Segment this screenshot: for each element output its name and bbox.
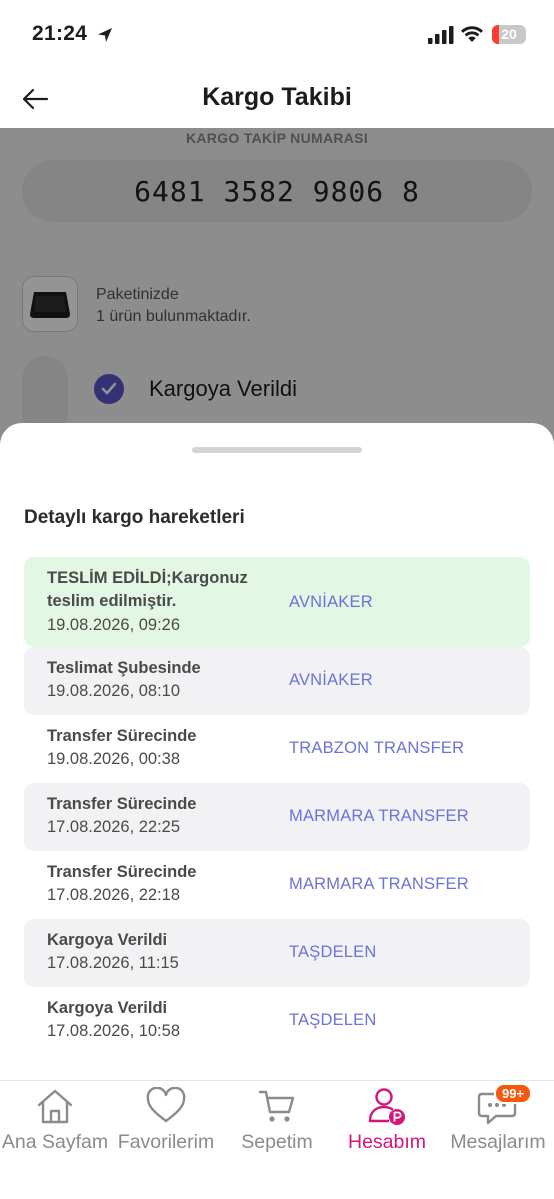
movement-date: 19.08.2026, 09:26 (47, 616, 181, 634)
tab-label: Sepetim (241, 1131, 313, 1153)
unread-badge: 99+ (494, 1083, 533, 1104)
location-arrow-icon (98, 28, 112, 42)
tab-mesajlarim[interactable]: 99+ Mesajlarım (442, 1081, 554, 1161)
movement-status: Kargoya Verildi (47, 931, 168, 949)
tab-label: Mesajlarım (450, 1131, 546, 1153)
battery-percentage: 20 (501, 26, 517, 42)
movement-status: Teslimat Şubesinde (47, 659, 201, 677)
status-time: 21:24 (32, 22, 88, 45)
movements-list: TESLİM EDİLDİ;Kargonuz teslim edilmiştir… (24, 557, 530, 1055)
page-title: Kargo Takibi (202, 83, 352, 111)
account-icon (368, 1088, 405, 1125)
cart-icon (258, 1090, 295, 1122)
tab-ana-sayfam[interactable]: Ana Sayfam (0, 1081, 110, 1161)
movement-location: AVNİAKER (289, 593, 373, 611)
tab-label: Hesabım (347, 1131, 427, 1153)
movement-status: Transfer Sürecinde (47, 863, 197, 881)
movement-status: Transfer Sürecinde (47, 795, 197, 813)
movement-status: Transfer Sürecinde (47, 727, 197, 745)
movement-row: Transfer Sürecinde 17.08.2026, 22:25 MAR… (24, 783, 530, 851)
movement-status: Kargoya Verildi (47, 999, 168, 1017)
movement-location: MARMARA TRANSFER (289, 875, 469, 893)
sheet-title: Detaylı kargo hareketleri (24, 507, 245, 528)
movement-date: 17.08.2026, 22:18 (47, 886, 181, 904)
navigation-bar: Kargo Takibi (0, 70, 554, 128)
movement-status: TESLİM EDİLDİ;Kargonuz teslim edilmiştir… (47, 569, 248, 610)
movement-location: MARMARA TRANSFER (289, 807, 469, 825)
movement-row: Teslimat Şubesinde 19.08.2026, 08:10 AVN… (24, 647, 530, 715)
battery-icon: 20 (492, 25, 526, 44)
sheet-grabber-handle[interactable] (192, 447, 362, 453)
movement-location: AVNİAKER (289, 671, 373, 689)
tab-favorilerim[interactable]: Favorilerim (110, 1081, 222, 1161)
movement-location: TRABZON TRANSFER (289, 739, 465, 757)
tab-sepetim[interactable]: Sepetim (222, 1081, 332, 1161)
movement-row: Transfer Sürecinde 17.08.2026, 22:18 MAR… (24, 851, 530, 919)
movement-location: TAŞDELEN (289, 1011, 377, 1029)
movement-date: 17.08.2026, 22:25 (47, 818, 181, 836)
bottom-tab-bar: Ana Sayfam Favorilerim Sepetim Hesabım 9… (0, 1080, 554, 1199)
movement-date: 19.08.2026, 00:38 (47, 750, 181, 768)
heart-icon (146, 1087, 186, 1123)
movement-row: Transfer Sürecinde 19.08.2026, 00:38 TRA… (24, 715, 530, 783)
movement-row: Kargoya Verildi 17.08.2026, 10:58 TAŞDEL… (24, 987, 530, 1055)
wifi-icon (461, 26, 483, 42)
cellular-signal-icon (428, 26, 454, 44)
status-bar: 21:24 20 (0, 0, 554, 70)
movement-date: 17.08.2026, 10:58 (47, 1022, 181, 1040)
tab-label: Favorilerim (117, 1131, 215, 1153)
tab-label: Ana Sayfam (1, 1131, 109, 1153)
movement-date: 17.08.2026, 11:15 (47, 954, 179, 972)
home-icon (37, 1089, 73, 1124)
movement-location: TAŞDELEN (289, 943, 377, 961)
movement-row: TESLİM EDİLDİ;Kargonuz teslim edilmiştir… (24, 557, 530, 647)
tab-hesabim[interactable]: Hesabım (332, 1081, 442, 1161)
movement-date: 19.08.2026, 08:10 (47, 682, 181, 700)
movement-row: Kargoya Verildi 17.08.2026, 11:15 TAŞDEL… (24, 919, 530, 987)
